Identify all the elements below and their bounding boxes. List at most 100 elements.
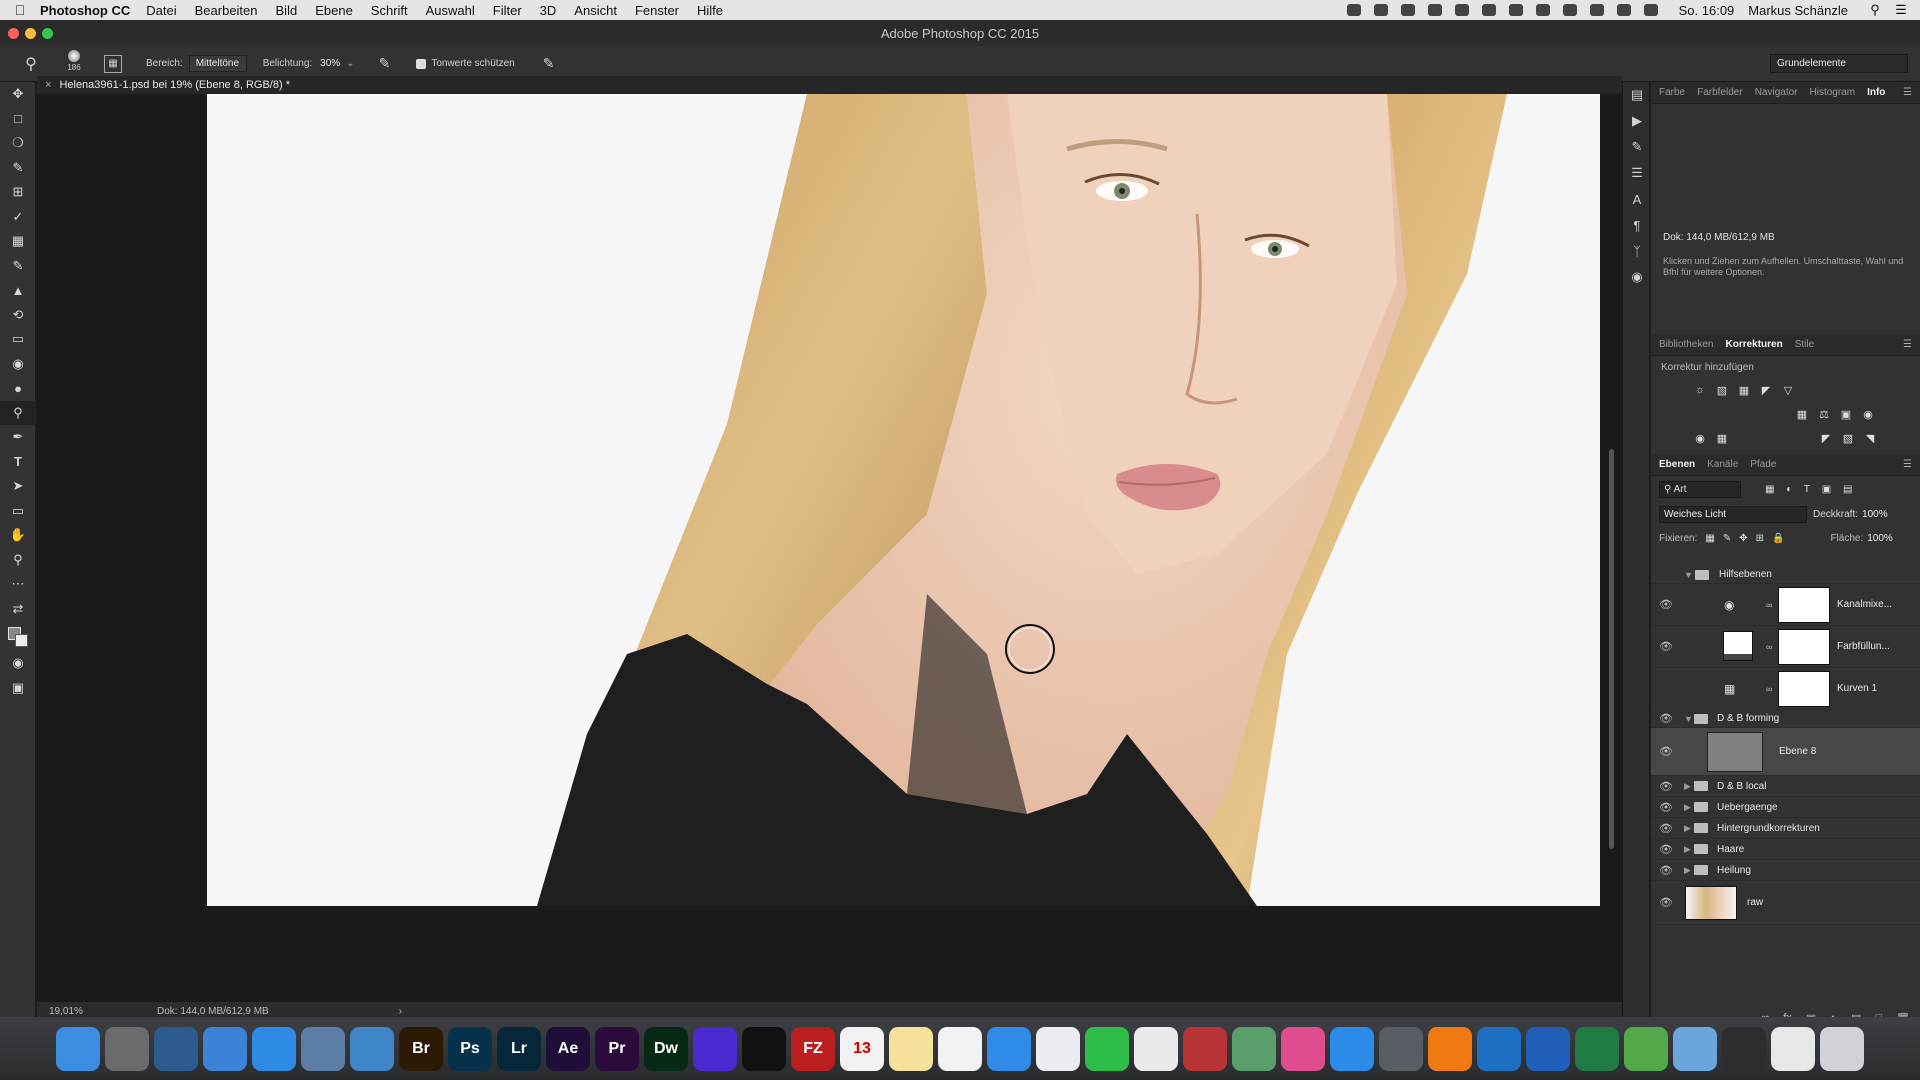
brightness-icon[interactable]: ☼ [1690,380,1710,400]
channel-mixer-icon[interactable]: ◉ [1690,428,1710,448]
filter-shape-icon[interactable]: ▣ [1822,484,1831,495]
pen-tool-icon[interactable]: ✒ [0,425,36,450]
dock-app-lists[interactable] [1771,1026,1815,1071]
properties-icon[interactable]: ☰ [1623,160,1651,186]
airplay-icon[interactable] [1535,4,1550,16]
menu-app-name[interactable]: Photoshop CC [40,3,130,18]
visibility-eye-icon[interactable]: 👁 [1659,712,1673,725]
alert-icon[interactable] [1454,4,1469,16]
chevron-right-icon[interactable]: ▶ [1684,865,1691,876]
eraser-tool-icon[interactable]: ▭ [0,327,36,352]
link-icon[interactable]: ∞ [1766,684,1772,694]
menu-fenster[interactable]: Fenster [635,3,679,18]
fill-value[interactable]: 100% [1867,533,1893,544]
notification-center-icon[interactable]: ☰ [1894,2,1908,18]
brush-tool-icon[interactable]: ✎ [0,254,36,279]
color-lookup-icon[interactable]: ▦ [1712,428,1732,448]
menu-bearbeiten[interactable]: Bearbeiten [195,3,258,18]
history-panel-icon[interactable]: ▤ [1623,82,1651,108]
brush-preset-picker[interactable]: 186 [58,49,90,78]
filter-smart-icon[interactable]: ▤ [1843,484,1852,495]
dock-app-brushes[interactable] [1722,1026,1766,1071]
tab-farbfelder[interactable]: Farbfelder [1697,87,1743,98]
window-zoom-button[interactable] [42,28,53,39]
dock-app-notes[interactable] [889,1026,933,1071]
dock-app-system[interactable] [1379,1026,1423,1071]
layer-thumbnail[interactable] [1685,886,1737,920]
black-white-icon[interactable]: ▣ [1836,404,1856,424]
visibility-eye-icon[interactable]: 👁 [1659,896,1673,909]
dock-app-word[interactable] [1526,1026,1570,1071]
eyedropper-tool-icon[interactable]: ✓ [0,205,36,230]
brush-panel-toggle-icon[interactable]: ▦ [104,54,122,73]
layer-group-db-forming[interactable]: 👁 ▼ D & B forming [1651,710,1920,728]
tab-info[interactable]: Info [1867,87,1885,98]
dock-app-trash[interactable] [1820,1026,1864,1071]
cloud-icon[interactable] [1400,4,1415,16]
layer-group-hintergrund[interactable]: 👁 ▶ Hintergrundkorrekturen [1651,818,1920,839]
stamp-tool-icon[interactable]: ▲ [0,278,36,303]
volume-icon[interactable] [1643,4,1658,16]
lock-pixels-icon[interactable]: ✎ [1723,533,1731,544]
filter-pixel-icon[interactable]: ▦ [1765,484,1774,495]
chevron-right-icon[interactable]: ▶ [1684,844,1691,855]
clone-source-icon[interactable]: ◉ [1623,264,1651,290]
sync-icon[interactable] [1427,4,1442,16]
dock-app-mail[interactable] [1036,1026,1080,1071]
dock-app-image[interactable] [1232,1026,1276,1071]
layer-mask-thumbnail[interactable] [1778,587,1830,623]
actions-panel-icon[interactable]: ▶ [1623,108,1651,134]
zoom-level[interactable]: 19,01% [49,1006,119,1017]
visibility-eye-icon[interactable]: 👁 [1659,745,1673,758]
path-selection-tool-icon[interactable]: ➤ [0,474,36,499]
dropbox-icon[interactable] [1373,4,1388,16]
menu-ebene[interactable]: Ebene [315,3,353,18]
dock-app-13[interactable]: 13 [840,1026,884,1071]
color-fill-thumbnail[interactable] [1723,631,1753,661]
chevron-right-icon[interactable]: ▶ [1684,781,1691,792]
dock-app-finder[interactable] [56,1026,100,1071]
dock-app-app-store[interactable] [1330,1026,1374,1071]
menu-filter[interactable]: Filter [493,3,522,18]
dock-app-dw[interactable]: Dw [644,1026,688,1071]
wifi-icon[interactable] [1616,4,1631,16]
healing-tool-icon[interactable]: ▦ [0,229,36,254]
layer-thumbnail[interactable] [1707,732,1763,772]
menu-datei[interactable]: Datei [146,3,176,18]
lock-all-icon[interactable]: 🔒 [1772,533,1784,544]
tab-farbe[interactable]: Farbe [1659,87,1685,98]
layer-raw[interactable]: 👁 raw [1651,881,1920,925]
close-tab-icon[interactable]: × [45,79,51,91]
dock-app-reminders[interactable] [938,1026,982,1071]
menu-3d[interactable]: 3D [540,3,557,18]
dock-app-terminal[interactable] [742,1026,786,1071]
layer-ebene8[interactable]: 👁 Ebene 8 [1651,728,1920,776]
vertical-scrollbar[interactable] [1609,449,1614,849]
window-minimize-button[interactable] [25,28,36,39]
bereich-select[interactable]: Mitteltöne [188,55,247,72]
layer-mask-thumbnail[interactable] [1778,671,1830,707]
dock-app-browser[interactable] [1477,1026,1521,1071]
link-icon[interactable]: ∞ [1766,600,1772,610]
chevron-right-icon[interactable]: ▶ [1684,802,1691,813]
tab-histogram[interactable]: Histogram [1810,87,1856,98]
dock-app-facetime[interactable] [1085,1026,1129,1071]
dock-app-1password[interactable] [350,1026,394,1071]
dock-app-launchpad[interactable] [105,1026,149,1071]
blend-mode-select[interactable]: Weiches Licht [1659,505,1807,523]
layer-farbfuellung[interactable]: 👁 ∞ Farbfüllun... [1651,626,1920,668]
panel-menu-icon[interactable]: ☰ [1903,459,1912,470]
filter-adjustment-icon[interactable]: ◐ [1786,484,1792,495]
display-icon[interactable] [1508,4,1523,16]
brush-presets-icon[interactable]: ✎ [1623,134,1651,160]
visibility-eye-icon[interactable]: 👁 [1659,640,1673,653]
panel-menu-icon[interactable]: ☰ [1903,87,1912,98]
canvas-area[interactable] [37,94,1622,1012]
menu-ansicht[interactable]: Ansicht [574,3,617,18]
window-close-button[interactable] [8,28,19,39]
record-icon[interactable] [1346,4,1361,16]
airbrush-icon[interactable]: ✎ [379,55,391,72]
dock-app-itunes[interactable] [1281,1026,1325,1071]
menu-schrift[interactable]: Schrift [371,3,408,18]
bluetooth-icon[interactable] [1589,4,1604,16]
